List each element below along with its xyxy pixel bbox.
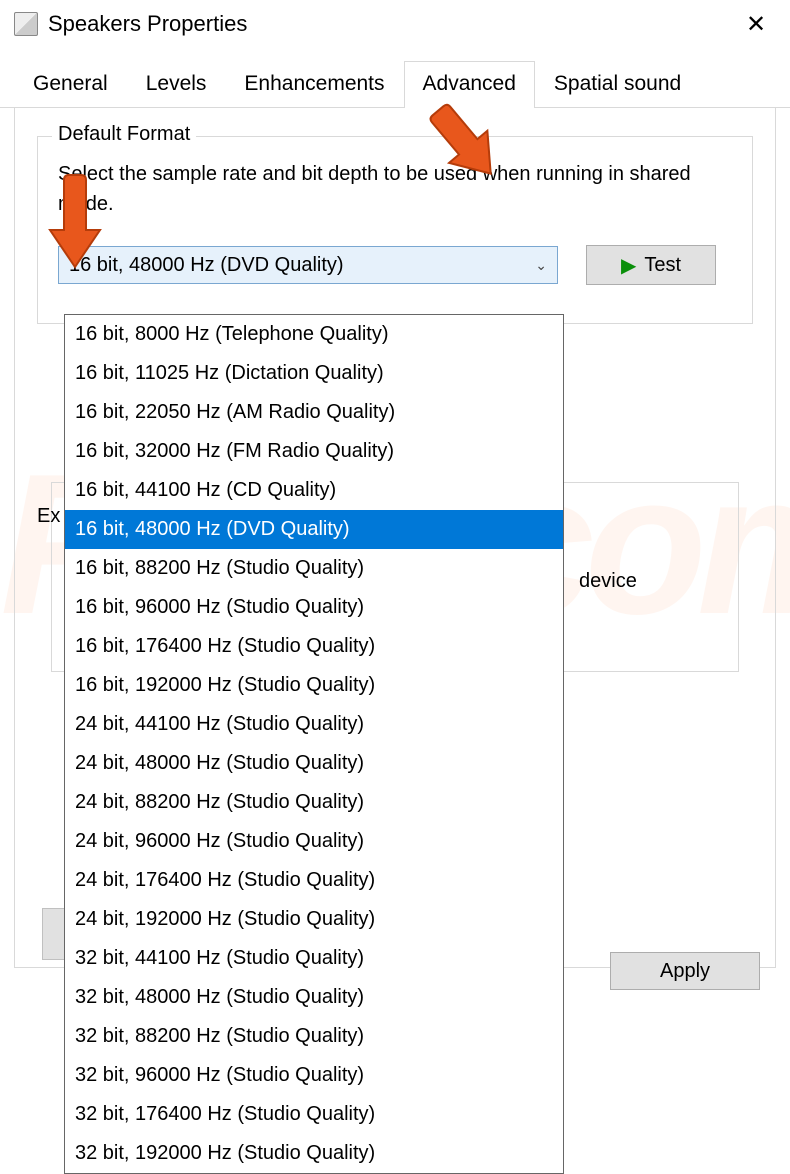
dropdown-option[interactable]: 24 bit, 176400 Hz (Studio Quality) [65,861,563,900]
dropdown-option[interactable]: 24 bit, 44100 Hz (Studio Quality) [65,705,563,744]
tab-spatial-sound[interactable]: Spatial sound [535,61,700,108]
tab-enhancements[interactable]: Enhancements [225,61,403,108]
dropdown-option[interactable]: 24 bit, 48000 Hz (Studio Quality) [65,744,563,783]
dropdown-option[interactable]: 16 bit, 44100 Hz (CD Quality) [65,471,563,510]
dropdown-option[interactable]: 16 bit, 88200 Hz (Studio Quality) [65,549,563,588]
dropdown-option[interactable]: 24 bit, 96000 Hz (Studio Quality) [65,822,563,861]
device-word: device [579,570,637,593]
arrow-annotation-tab [425,98,505,188]
dropdown-option[interactable]: 24 bit, 88200 Hz (Studio Quality) [65,783,563,822]
dropdown-option[interactable]: 16 bit, 176400 Hz (Studio Quality) [65,627,563,666]
dropdown-option[interactable]: 16 bit, 11025 Hz (Dictation Quality) [65,354,563,393]
speaker-icon [14,12,38,36]
sample-rate-dropdown-list[interactable]: 16 bit, 8000 Hz (Telephone Quality)16 bi… [64,314,564,1174]
chevron-down-icon: ⌄ [535,257,547,274]
exclusive-mode-prefix: Ex [37,505,60,528]
dropdown-option[interactable]: 16 bit, 32000 Hz (FM Radio Quality) [65,432,563,471]
combobox-selected-value: 16 bit, 48000 Hz (DVD Quality) [69,254,535,277]
dropdown-option[interactable]: 16 bit, 8000 Hz (Telephone Quality) [65,315,563,354]
tab-general[interactable]: General [14,61,127,108]
dropdown-option[interactable]: 16 bit, 96000 Hz (Studio Quality) [65,588,563,627]
dropdown-option[interactable]: 32 bit, 192000 Hz (Studio Quality) [65,1134,563,1173]
dropdown-option[interactable]: 32 bit, 88200 Hz (Studio Quality) [65,1017,563,1056]
dropdown-option[interactable]: 24 bit, 192000 Hz (Studio Quality) [65,900,563,939]
tab-bar: General Levels Enhancements Advanced Spa… [0,60,790,108]
tab-levels[interactable]: Levels [127,61,226,108]
dropdown-option[interactable]: 32 bit, 48000 Hz (Studio Quality) [65,978,563,1017]
dropdown-option[interactable]: 32 bit, 176400 Hz (Studio Quality) [65,1095,563,1134]
default-format-legend: Default Format [52,123,196,146]
test-button[interactable]: ▶ Test [586,245,716,285]
dropdown-option[interactable]: 16 bit, 192000 Hz (Studio Quality) [65,666,563,705]
close-button[interactable]: ✕ [736,10,776,39]
window-title: Speakers Properties [48,11,736,37]
default-format-group: Default Format Select the sample rate an… [37,136,753,324]
play-icon: ▶ [621,253,636,278]
dropdown-option[interactable]: 16 bit, 48000 Hz (DVD Quality) [65,510,563,549]
test-button-label: Test [644,254,681,277]
dropdown-option[interactable]: 16 bit, 22050 Hz (AM Radio Quality) [65,393,563,432]
arrow-annotation-dropdown [40,172,110,272]
default-format-description: Select the sample rate and bit depth to … [58,159,732,219]
sample-rate-combobox[interactable]: 16 bit, 48000 Hz (DVD Quality) ⌄ [58,246,558,284]
apply-button[interactable]: Apply [610,952,760,990]
dropdown-option[interactable]: 32 bit, 44100 Hz (Studio Quality) [65,939,563,978]
dropdown-option[interactable]: 32 bit, 96000 Hz (Studio Quality) [65,1056,563,1095]
titlebar: Speakers Properties ✕ [0,0,790,48]
